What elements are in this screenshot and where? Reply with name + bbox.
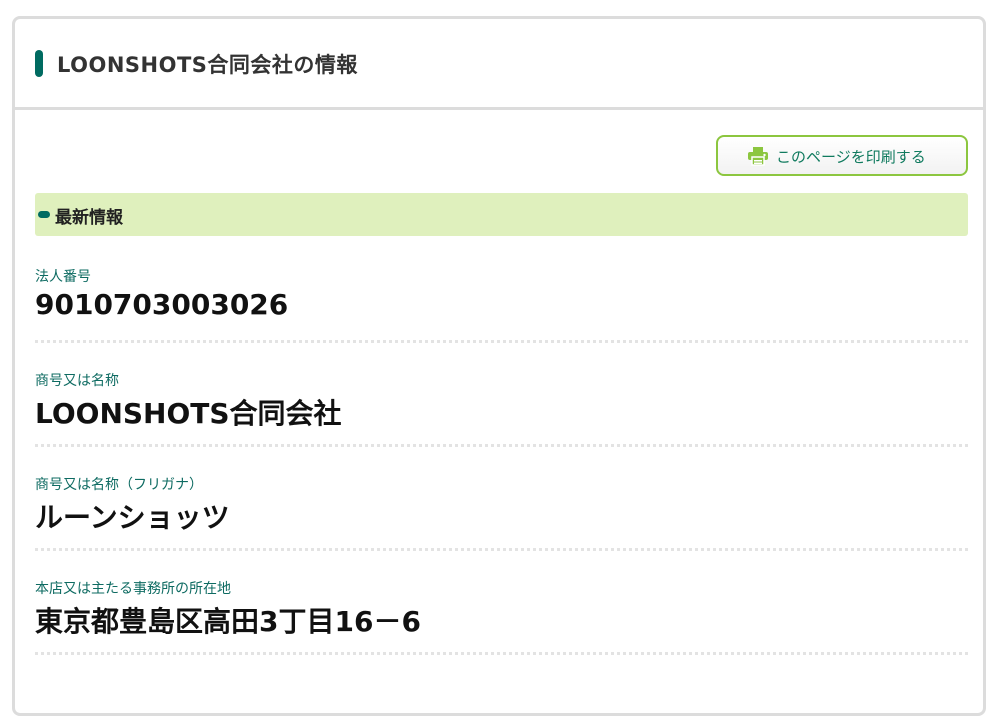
section-marker	[38, 211, 50, 218]
field-divider	[35, 548, 968, 551]
field-value: LOONSHOTS合同会社	[35, 397, 342, 430]
field-divider	[35, 652, 968, 655]
field-label: 商号又は名称	[35, 373, 119, 389]
field-head-office-address: 本店又は主たる事務所の所在地 東京都豊島区高田3丁目16－6	[35, 578, 968, 682]
field-trade-name: 商号又は名称 LOONSHOTS合同会社	[35, 370, 968, 474]
field-value: 東京都豊島区高田3丁目16－6	[35, 605, 421, 638]
field-label: 法人番号	[35, 269, 91, 285]
company-info-panel: LOONSHOTS合同会社の情報 このページを印刷する 最新情報 法人番号 90…	[12, 16, 986, 716]
field-trade-name-furigana: 商号又は名称（フリガナ） ルーンショッツ	[35, 474, 968, 578]
page-title: LOONSHOTS合同会社の情報	[57, 53, 358, 77]
print-page-button[interactable]: このページを印刷する	[716, 135, 968, 176]
printer-icon	[748, 147, 768, 166]
panel-header: LOONSHOTS合同会社の情報	[15, 19, 983, 110]
field-divider	[35, 444, 968, 447]
header-accent-bar	[35, 50, 43, 77]
field-label: 本店又は主たる事務所の所在地	[35, 581, 231, 597]
latest-info-section-header: 最新情報	[35, 193, 968, 236]
print-button-label: このページを印刷する	[776, 148, 926, 166]
field-value: ルーンショッツ	[35, 501, 230, 534]
field-value: 9010703003026	[35, 288, 289, 321]
field-label: 商号又は名称（フリガナ）	[35, 477, 203, 493]
field-divider	[35, 340, 968, 343]
section-title: 最新情報	[55, 208, 123, 228]
field-corporate-number: 法人番号 9010703003026	[35, 266, 968, 370]
